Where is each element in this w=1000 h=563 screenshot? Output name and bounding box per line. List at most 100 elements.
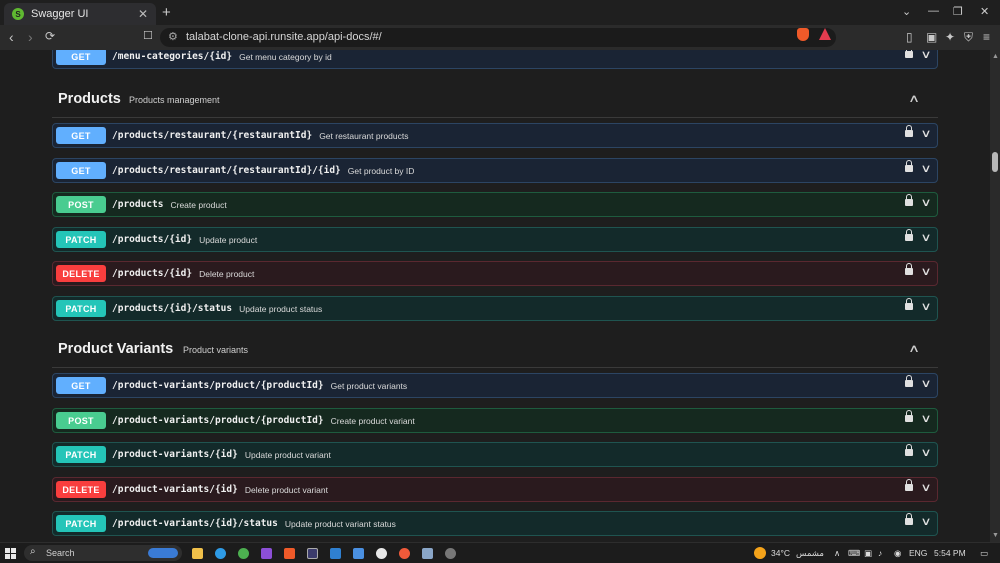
- method-badge: PATCH: [56, 300, 106, 317]
- endpoint-post-create-product-variant[interactable]: POST /product-variants/product/{productI…: [52, 408, 938, 433]
- lock-icon[interactable]: [905, 410, 913, 422]
- postman-icon[interactable]: [399, 548, 410, 559]
- lock-icon[interactable]: [905, 125, 913, 137]
- weather-text[interactable]: مشمس: [796, 548, 824, 559]
- chevron-down-icon[interactable]: ∨: [920, 162, 931, 175]
- chevron-down-icon[interactable]: ∨: [920, 300, 931, 313]
- forward-icon[interactable]: ›: [28, 29, 33, 45]
- lock-icon[interactable]: [905, 194, 913, 206]
- network-icon[interactable]: ◉: [894, 548, 901, 559]
- chevron-down-icon[interactable]: ∨: [920, 50, 931, 61]
- chevron-down-icon[interactable]: ∨: [920, 265, 931, 278]
- endpoint-get-restaurant-products[interactable]: GET /products/restaurant/{restaurantId} …: [52, 123, 938, 148]
- endpoint-summary: Update product variant: [244, 449, 331, 460]
- jetbrains-icon[interactable]: [307, 548, 318, 559]
- menu-icon[interactable]: ≡: [983, 30, 990, 44]
- section-title-product-variants[interactable]: Product Variants: [58, 341, 173, 357]
- language-indicator[interactable]: ENG: [909, 548, 927, 558]
- vscode-icon[interactable]: [330, 548, 341, 559]
- settings-icon[interactable]: [445, 548, 456, 559]
- app-icon[interactable]: [376, 548, 387, 559]
- endpoint-patch-update-product[interactable]: PATCH /products/{id} Update product ∨: [52, 227, 938, 252]
- notification-icon[interactable]: ▭: [980, 548, 988, 559]
- leo-ai-icon[interactable]: ✦: [945, 30, 955, 44]
- edge-icon[interactable]: [215, 548, 226, 559]
- taskbar-search[interactable]: ⌕ Search: [24, 545, 182, 561]
- bookmark-icon[interactable]: ☐: [143, 29, 153, 42]
- tab-search-icon[interactable]: ⌄: [902, 5, 911, 18]
- chevron-down-icon[interactable]: ∨: [920, 231, 931, 244]
- lock-icon[interactable]: [905, 298, 913, 310]
- method-badge: GET: [56, 50, 106, 65]
- brave-rewards-icon[interactable]: [819, 28, 831, 40]
- section-title-products[interactable]: Products: [58, 91, 121, 107]
- endpoint-patch-update-product-variant[interactable]: PATCH /product-variants/{id} Update prod…: [52, 442, 938, 467]
- camera-icon[interactable]: ▣: [864, 548, 872, 559]
- minimize-button[interactable]: —: [928, 5, 939, 17]
- chevron-up-icon[interactable]: ∧: [908, 92, 920, 105]
- wallet-icon[interactable]: ▣: [926, 30, 937, 44]
- chevron-down-icon[interactable]: ∨: [920, 196, 931, 209]
- tray-expand-icon[interactable]: ∧: [834, 548, 840, 559]
- endpoint-delete-product-variant[interactable]: DELETE /product-variants/{id} Delete pro…: [52, 477, 938, 502]
- endpoint-get-product-variants[interactable]: GET /product-variants/product/{productId…: [52, 373, 938, 398]
- lock-icon[interactable]: [905, 479, 913, 491]
- chrome-icon[interactable]: [238, 548, 249, 559]
- page-scrollbar[interactable]: ▲ ▼: [990, 50, 1000, 542]
- lock-icon[interactable]: [905, 263, 913, 275]
- clock[interactable]: 5:54 PM: [934, 548, 966, 558]
- endpoint-post-create-product[interactable]: POST /products Create product ∨: [52, 192, 938, 217]
- endpoint-path: /product-variants/product/{productId}: [112, 380, 324, 391]
- start-button[interactable]: [5, 548, 16, 559]
- chevron-down-icon[interactable]: ∨: [920, 377, 931, 390]
- lock-icon[interactable]: [905, 375, 913, 387]
- chevron-down-icon[interactable]: ∨: [920, 412, 931, 425]
- tab-close-icon[interactable]: ✕: [138, 7, 148, 21]
- chevron-down-icon[interactable]: ∨: [920, 446, 931, 459]
- close-window-button[interactable]: ✕: [980, 5, 989, 18]
- endpoint-delete-product[interactable]: DELETE /products/{id} Delete product ∨: [52, 261, 938, 286]
- endpoint-summary: Update product: [199, 234, 258, 245]
- reload-icon[interactable]: ⟳: [45, 29, 55, 43]
- endpoint-summary: Create product: [170, 199, 227, 210]
- endpoint-patch-product-variant-status[interactable]: PATCH /product-variants/{id}/status Upda…: [52, 511, 938, 536]
- endpoint-patch-product-status[interactable]: PATCH /products/{id}/status Update produ…: [52, 296, 938, 321]
- volume-icon[interactable]: ♪: [878, 548, 882, 558]
- lock-icon[interactable]: [905, 229, 913, 241]
- tab-swagger-ui[interactable]: S Swagger UI ✕: [4, 3, 156, 25]
- lock-icon[interactable]: [905, 444, 913, 456]
- address-bar[interactable]: ⚙ talabat-clone-api.runsite.app/api-docs…: [160, 28, 836, 47]
- endpoint-get-product-by-id[interactable]: GET /products/restaurant/{restaurantId}/…: [52, 158, 938, 183]
- weather-sun-icon[interactable]: [754, 547, 766, 559]
- scrollbar-thumb[interactable]: [992, 152, 998, 172]
- file-explorer-icon[interactable]: [192, 548, 203, 559]
- endpoint-summary: Delete product: [199, 268, 255, 279]
- lock-icon[interactable]: [905, 50, 913, 58]
- vscode-insiders-icon[interactable]: [353, 548, 364, 559]
- chevron-down-icon[interactable]: ∨: [920, 127, 931, 140]
- chevron-down-icon[interactable]: ∨: [920, 515, 931, 528]
- brave-browser-icon[interactable]: [284, 548, 295, 559]
- tray-app-icon[interactable]: ⌨: [848, 548, 860, 559]
- vpn-icon[interactable]: ⛨: [964, 30, 973, 45]
- scroll-up-icon[interactable]: ▲: [992, 53, 999, 60]
- brave-shields-icon[interactable]: [797, 28, 809, 41]
- method-badge: GET: [56, 162, 106, 179]
- chevron-down-icon[interactable]: ∨: [920, 481, 931, 494]
- endpoint-get-menu-category[interactable]: GET /menu-categories/{id} Get menu categ…: [52, 50, 938, 69]
- back-icon[interactable]: ‹: [9, 29, 14, 45]
- temperature[interactable]: 34°C: [771, 548, 790, 558]
- windows-taskbar: ⌕ Search 34°C مشمس ∧ ⌨ ▣ ♪ ◉ ENG 5:54 PM…: [0, 542, 1000, 563]
- method-badge: PATCH: [56, 515, 106, 532]
- endpoint-summary: Delete product variant: [244, 484, 329, 495]
- visual-studio-icon[interactable]: [261, 548, 272, 559]
- chevron-up-icon[interactable]: ∧: [908, 342, 920, 355]
- site-info-icon[interactable]: ⚙: [168, 30, 178, 43]
- lock-icon[interactable]: [905, 513, 913, 525]
- lock-icon[interactable]: [905, 160, 913, 172]
- new-tab-button[interactable]: +: [162, 4, 171, 21]
- app-window-icon[interactable]: [422, 548, 433, 559]
- sidebar-icon[interactable]: ▯: [906, 30, 913, 44]
- maximize-button[interactable]: ❐: [953, 5, 963, 18]
- scroll-down-icon[interactable]: ▼: [992, 532, 999, 539]
